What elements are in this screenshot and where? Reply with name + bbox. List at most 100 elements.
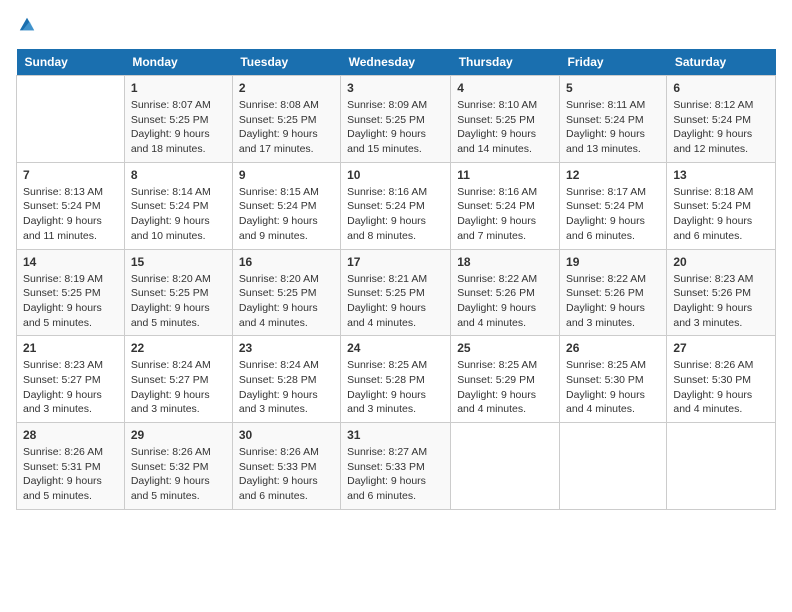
day-info: Sunrise: 8:20 AMSunset: 5:25 PMDaylight:… xyxy=(131,272,226,331)
day-number: 7 xyxy=(23,168,118,182)
day-number: 21 xyxy=(23,341,118,355)
day-info: Sunrise: 8:10 AMSunset: 5:25 PMDaylight:… xyxy=(457,98,553,157)
day-number: 20 xyxy=(673,255,769,269)
calendar-cell: 13 Sunrise: 8:18 AMSunset: 5:24 PMDayligh… xyxy=(667,162,776,249)
day-number: 30 xyxy=(239,428,334,442)
day-number: 15 xyxy=(131,255,226,269)
day-number: 10 xyxy=(347,168,444,182)
day-info: Sunrise: 8:16 AMSunset: 5:24 PMDaylight:… xyxy=(457,185,553,244)
day-info: Sunrise: 8:24 AMSunset: 5:27 PMDaylight:… xyxy=(131,358,226,417)
day-info: Sunrise: 8:26 AMSunset: 5:30 PMDaylight:… xyxy=(673,358,769,417)
day-info: Sunrise: 8:08 AMSunset: 5:25 PMDaylight:… xyxy=(239,98,334,157)
header-day-thursday: Thursday xyxy=(451,49,560,76)
day-number: 12 xyxy=(566,168,660,182)
week-row-1: 1 Sunrise: 8:07 AMSunset: 5:25 PMDaylight… xyxy=(17,76,776,163)
calendar-cell: 22 Sunrise: 8:24 AMSunset: 5:27 PMDayligh… xyxy=(124,336,232,423)
day-number: 27 xyxy=(673,341,769,355)
day-number: 17 xyxy=(347,255,444,269)
day-number: 11 xyxy=(457,168,553,182)
calendar-cell: 7 Sunrise: 8:13 AMSunset: 5:24 PMDaylight… xyxy=(17,162,125,249)
day-number: 16 xyxy=(239,255,334,269)
header-day-monday: Monday xyxy=(124,49,232,76)
day-info: Sunrise: 8:13 AMSunset: 5:24 PMDaylight:… xyxy=(23,185,118,244)
calendar-cell: 21 Sunrise: 8:23 AMSunset: 5:27 PMDayligh… xyxy=(17,336,125,423)
calendar-cell: 16 Sunrise: 8:20 AMSunset: 5:25 PMDayligh… xyxy=(232,249,340,336)
calendar-cell: 11 Sunrise: 8:16 AMSunset: 5:24 PMDayligh… xyxy=(451,162,560,249)
calendar-cell: 31 Sunrise: 8:27 AMSunset: 5:33 PMDayligh… xyxy=(341,423,451,510)
header-day-sunday: Sunday xyxy=(17,49,125,76)
calendar-cell xyxy=(667,423,776,510)
calendar-cell: 12 Sunrise: 8:17 AMSunset: 5:24 PMDayligh… xyxy=(560,162,667,249)
day-info: Sunrise: 8:25 AMSunset: 5:30 PMDaylight:… xyxy=(566,358,660,417)
header-day-saturday: Saturday xyxy=(667,49,776,76)
day-info: Sunrise: 8:25 AMSunset: 5:29 PMDaylight:… xyxy=(457,358,553,417)
day-info: Sunrise: 8:16 AMSunset: 5:24 PMDaylight:… xyxy=(347,185,444,244)
day-number: 1 xyxy=(131,81,226,95)
day-info: Sunrise: 8:20 AMSunset: 5:25 PMDaylight:… xyxy=(239,272,334,331)
logo xyxy=(16,16,36,39)
day-info: Sunrise: 8:23 AMSunset: 5:26 PMDaylight:… xyxy=(673,272,769,331)
calendar-body: 1 Sunrise: 8:07 AMSunset: 5:25 PMDaylight… xyxy=(17,76,776,510)
day-info: Sunrise: 8:25 AMSunset: 5:28 PMDaylight:… xyxy=(347,358,444,417)
calendar-cell xyxy=(451,423,560,510)
day-number: 13 xyxy=(673,168,769,182)
week-row-2: 7 Sunrise: 8:13 AMSunset: 5:24 PMDaylight… xyxy=(17,162,776,249)
header-day-friday: Friday xyxy=(560,49,667,76)
day-number: 26 xyxy=(566,341,660,355)
day-info: Sunrise: 8:19 AMSunset: 5:25 PMDaylight:… xyxy=(23,272,118,331)
calendar-cell: 1 Sunrise: 8:07 AMSunset: 5:25 PMDaylight… xyxy=(124,76,232,163)
day-info: Sunrise: 8:18 AMSunset: 5:24 PMDaylight:… xyxy=(673,185,769,244)
day-info: Sunrise: 8:24 AMSunset: 5:28 PMDaylight:… xyxy=(239,358,334,417)
day-info: Sunrise: 8:14 AMSunset: 5:24 PMDaylight:… xyxy=(131,185,226,244)
calendar-cell: 24Sunrise: 8:25 AMSunset: 5:28 PMDayligh… xyxy=(341,336,451,423)
day-info: Sunrise: 8:26 AMSunset: 5:32 PMDaylight:… xyxy=(131,445,226,504)
day-number: 18 xyxy=(457,255,553,269)
day-number: 5 xyxy=(566,81,660,95)
day-number: 31 xyxy=(347,428,444,442)
calendar-cell: 6Sunrise: 8:12 AMSunset: 5:24 PMDaylight… xyxy=(667,76,776,163)
calendar-cell: 18 Sunrise: 8:22 AMSunset: 5:26 PMDayligh… xyxy=(451,249,560,336)
day-number: 29 xyxy=(131,428,226,442)
header-row: SundayMondayTuesdayWednesdayThursdayFrid… xyxy=(17,49,776,76)
calendar-header: SundayMondayTuesdayWednesdayThursdayFrid… xyxy=(17,49,776,76)
calendar-table: SundayMondayTuesdayWednesdayThursdayFrid… xyxy=(16,49,776,510)
calendar-cell: 8Sunrise: 8:14 AMSunset: 5:24 PMDaylight… xyxy=(124,162,232,249)
day-info: Sunrise: 8:09 AMSunset: 5:25 PMDaylight:… xyxy=(347,98,444,157)
day-info: Sunrise: 8:17 AMSunset: 5:24 PMDaylight:… xyxy=(566,185,660,244)
calendar-cell: 25 Sunrise: 8:25 AMSunset: 5:29 PMDayligh… xyxy=(451,336,560,423)
calendar-cell: 5Sunrise: 8:11 AMSunset: 5:24 PMDaylight… xyxy=(560,76,667,163)
calendar-cell xyxy=(560,423,667,510)
day-number: 19 xyxy=(566,255,660,269)
calendar-cell xyxy=(17,76,125,163)
calendar-cell: 2Sunrise: 8:08 AMSunset: 5:25 PMDaylight… xyxy=(232,76,340,163)
day-number: 4 xyxy=(457,81,553,95)
day-number: 22 xyxy=(131,341,226,355)
week-row-4: 21 Sunrise: 8:23 AMSunset: 5:27 PMDayligh… xyxy=(17,336,776,423)
header-day-wednesday: Wednesday xyxy=(341,49,451,76)
calendar-cell: 4 Sunrise: 8:10 AMSunset: 5:25 PMDaylight… xyxy=(451,76,560,163)
day-number: 23 xyxy=(239,341,334,355)
calendar-cell: 30Sunrise: 8:26 AMSunset: 5:33 PMDayligh… xyxy=(232,423,340,510)
calendar-cell: 19Sunrise: 8:22 AMSunset: 5:26 PMDayligh… xyxy=(560,249,667,336)
day-info: Sunrise: 8:22 AMSunset: 5:26 PMDaylight:… xyxy=(457,272,553,331)
calendar-cell: 10 Sunrise: 8:16 AMSunset: 5:24 PMDayligh… xyxy=(341,162,451,249)
week-row-5: 28Sunrise: 8:26 AMSunset: 5:31 PMDayligh… xyxy=(17,423,776,510)
calendar-cell: 17Sunrise: 8:21 AMSunset: 5:25 PMDayligh… xyxy=(341,249,451,336)
day-info: Sunrise: 8:23 AMSunset: 5:27 PMDaylight:… xyxy=(23,358,118,417)
day-number: 14 xyxy=(23,255,118,269)
calendar-cell: 27 Sunrise: 8:26 AMSunset: 5:30 PMDayligh… xyxy=(667,336,776,423)
day-number: 25 xyxy=(457,341,553,355)
page-header xyxy=(16,16,776,39)
day-info: Sunrise: 8:27 AMSunset: 5:33 PMDaylight:… xyxy=(347,445,444,504)
calendar-cell: 23 Sunrise: 8:24 AMSunset: 5:28 PMDayligh… xyxy=(232,336,340,423)
day-number: 28 xyxy=(23,428,118,442)
day-info: Sunrise: 8:07 AMSunset: 5:25 PMDaylight:… xyxy=(131,98,226,157)
week-row-3: 14 Sunrise: 8:19 AMSunset: 5:25 PMDayligh… xyxy=(17,249,776,336)
calendar-cell: 29 Sunrise: 8:26 AMSunset: 5:32 PMDayligh… xyxy=(124,423,232,510)
calendar-cell: 20 Sunrise: 8:23 AMSunset: 5:26 PMDayligh… xyxy=(667,249,776,336)
day-info: Sunrise: 8:15 AMSunset: 5:24 PMDaylight:… xyxy=(239,185,334,244)
logo-icon xyxy=(18,16,36,34)
day-info: Sunrise: 8:12 AMSunset: 5:24 PMDaylight:… xyxy=(673,98,769,157)
calendar-cell: 9 Sunrise: 8:15 AMSunset: 5:24 PMDaylight… xyxy=(232,162,340,249)
day-number: 9 xyxy=(239,168,334,182)
